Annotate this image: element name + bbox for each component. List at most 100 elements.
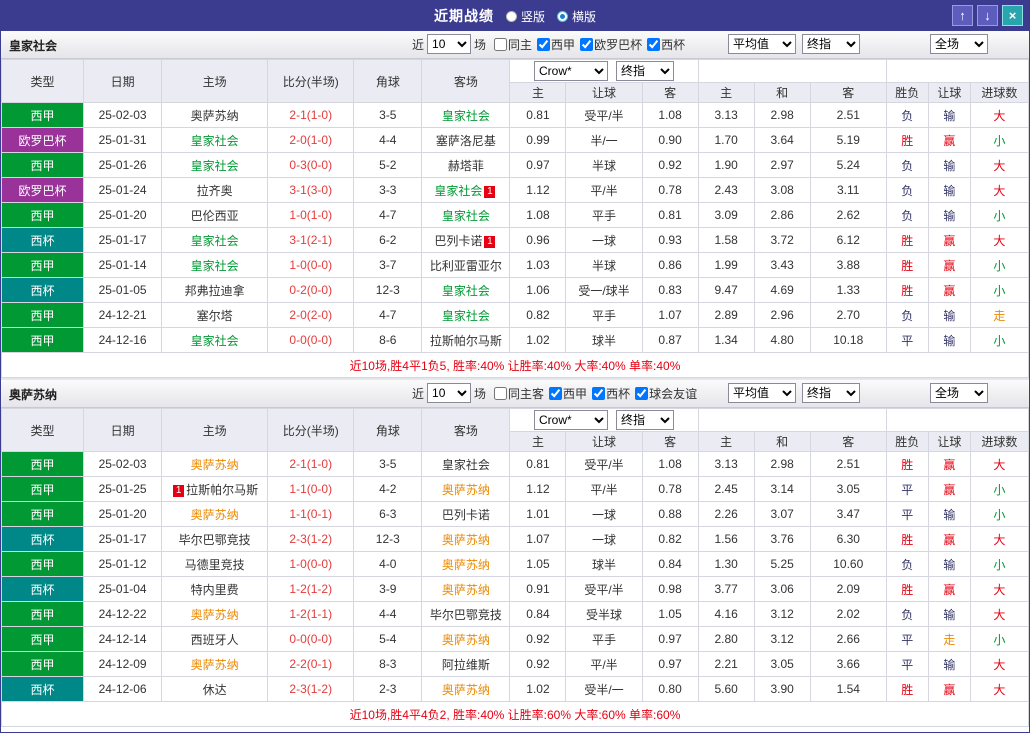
away-team-cell: 奥萨苏纳 [421,676,511,702]
team-name-text[interactable]: 奥萨苏纳 [191,508,239,522]
handicap-result-cell: 输 [927,302,971,328]
same-venue-checkbox-label[interactable]: 同主客 [494,385,544,402]
score-cell: 3-1(2-1) [267,227,355,253]
euro-draw-odds-cell: 3.08 [753,177,811,203]
goals-result-cell: 小 [969,277,1029,303]
euro-draw-odds-cell: 2.98 [753,451,811,477]
league-filter-checkbox[interactable] [592,386,606,400]
league-filter-checkbox[interactable] [635,386,649,400]
sub-column-header: 胜负 [885,431,929,452]
team-name-text: 巴伦西亚 [190,208,239,223]
move-down-button[interactable]: ↓ [977,5,998,26]
sub-column-header: 主 [697,431,755,452]
team-name-text[interactable]: 奥萨苏纳 [442,583,490,597]
handicap-cell: 受平/半 [565,102,643,128]
layout-radio-vertical[interactable]: 竖版 [505,8,545,25]
team-name-text[interactable]: 奥萨苏纳 [191,658,239,672]
average-final-select[interactable]: 终指 [802,34,860,54]
move-up-button[interactable]: ↑ [952,5,973,26]
team-name-text[interactable]: 奥萨苏纳 [442,683,490,697]
average-select[interactable]: 平均值 [728,383,796,403]
column-header-date: 日期 [83,408,163,452]
full-match-select[interactable]: 全场 [930,383,988,403]
empty-header-cell [885,59,1029,83]
team-name-text[interactable]: 皇家社会 [191,134,239,148]
team-name-text[interactable]: 皇家社会 [442,309,490,323]
goals-result-cell: 小 [969,551,1029,577]
team-name-text[interactable]: 奥萨苏纳 [442,633,490,647]
league-filter-checkbox-label[interactable]: 西杯 [647,36,685,53]
league-filter-checkbox-label[interactable]: 西甲 [549,385,587,402]
average-select[interactable]: 平均值 [728,34,796,54]
full-match-select[interactable]: 全场 [930,34,988,54]
match-count-select[interactable]: 10 [427,383,472,403]
corners-cell: 12-3 [353,277,423,303]
match-row: 西杯 25-01-04 特内里费 1-2(1-2) 3-9 奥萨苏纳 0.91 受平/半 0.9… [1,576,1029,602]
score-cell: 1-0(1-0) [267,202,355,228]
bookmaker-select[interactable]: Crow* [534,61,609,81]
layout-radio-horizontal[interactable]: 横版 [557,8,596,25]
asian-home-odds-cell: 1.02 [509,327,567,353]
euro-home-odds-cell: 2.26 [697,501,755,527]
league-filter-checkbox[interactable] [549,386,563,400]
away-team-cell: 奥萨苏纳 [421,526,511,552]
sub-column-header: 让球 [927,431,971,452]
team-name-text[interactable]: 皇家社会 [434,184,482,198]
asian-home-odds-cell: 0.81 [509,102,567,128]
league-filter-checkbox-label[interactable]: 球会友谊 [635,385,697,402]
team-name-text[interactable]: 奥萨苏纳 [442,533,490,547]
handicap-result-cell: 赢 [927,252,971,278]
asian-away-odds-cell: 0.98 [641,576,699,602]
euro-away-odds-cell: 2.62 [809,202,887,228]
league-filter-checkbox-label[interactable]: 西杯 [592,385,630,402]
bookmaker-select[interactable]: Crow* [534,410,609,430]
home-team-cell: 邦弗拉迪拿 [161,277,269,303]
goals-result-cell: 小 [969,202,1029,228]
score-cell: 2-1(1-0) [267,451,355,477]
team-name-text[interactable]: 奥萨苏纳 [442,483,490,497]
euro-draw-odds-cell: 4.80 [753,327,811,353]
same-venue-checkbox-label[interactable]: 同主 [494,36,532,53]
goals-result-cell: 大 [969,651,1029,677]
same-venue-label: 同主 [508,37,533,52]
corners-cell: 2-3 [353,676,423,702]
league-filter-checkbox[interactable] [647,37,661,51]
team-name-text[interactable]: 皇家社会 [442,209,490,223]
same-venue-checkbox[interactable] [494,37,508,51]
asian-home-odds-cell: 0.92 [509,651,567,677]
handicap-cell: 球半 [565,327,643,353]
team-name-text[interactable]: 奥萨苏纳 [442,558,490,572]
same-venue-checkbox[interactable] [494,386,508,400]
corners-cell: 4-4 [353,601,423,627]
home-team-cell: 拉齐奥 [161,177,269,203]
corners-cell: 5-4 [353,626,423,652]
section-header-bar: 皇家社会 近 10 场 同主 西甲 欧罗巴杯 西杯 平均值 终指 全场 [1,31,1029,59]
euro-draw-odds-cell: 3.05 [753,651,811,677]
league-filter-checkbox-label[interactable]: 欧罗巴杯 [580,36,642,53]
bookmaker-selects-cell: Crow* 终指 [509,59,699,83]
team-name-text[interactable]: 奥萨苏纳 [191,608,239,622]
team-name-text: 皇家社会 [441,457,490,472]
euro-home-odds-cell: 2.21 [697,651,755,677]
team-name-text[interactable]: 皇家社会 [442,284,490,298]
score-cell: 2-3(1-2) [267,526,355,552]
match-count-select[interactable]: 10 [427,34,472,54]
league-filter-checkbox[interactable] [580,37,594,51]
team-name-text[interactable]: 皇家社会 [191,259,239,273]
home-team-cell: 1 拉斯帕尔马斯 [161,476,269,502]
close-button[interactable]: × [1002,5,1023,26]
final-odds-select[interactable]: 终指 [616,61,675,81]
team-name-text[interactable]: 皇家社会 [191,334,239,348]
team-name-text[interactable]: 皇家社会 [191,159,239,173]
final-odds-select[interactable]: 终指 [616,410,675,430]
league-filter-checkbox[interactable] [537,37,551,51]
asian-home-odds-cell: 1.08 [509,202,567,228]
team-name-text[interactable]: 皇家社会 [191,234,239,248]
asian-home-odds-cell: 1.06 [509,277,567,303]
average-final-select[interactable]: 终指 [802,383,860,403]
handicap-cell: 受平/半 [565,576,643,602]
team-name-text[interactable]: 奥萨苏纳 [191,458,239,472]
team-name-text: 毕尔巴鄂竞技 [429,607,502,622]
team-name-text[interactable]: 皇家社会 [442,109,490,123]
league-filter-checkbox-label[interactable]: 西甲 [537,36,575,53]
